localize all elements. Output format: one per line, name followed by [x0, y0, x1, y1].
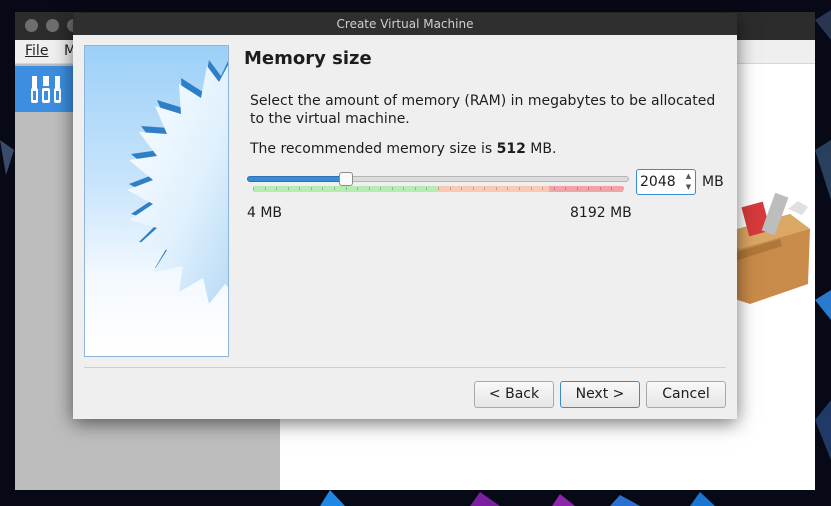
- slider-tick: [577, 187, 578, 190]
- memory-max-label: 8192 MB: [570, 205, 632, 221]
- wizard-star-graphic: [127, 60, 228, 304]
- slider-tick: [311, 187, 312, 190]
- slider-tick: [473, 187, 474, 190]
- slider-tick: [346, 187, 347, 190]
- slider-tick: [623, 187, 624, 190]
- wizard-banner-image: [84, 45, 229, 357]
- description-text: Select the amount of memory (RAM) in meg…: [250, 93, 716, 127]
- slider-tick: [496, 187, 497, 190]
- slider-tick: [542, 187, 543, 190]
- slider-tick: [611, 187, 612, 190]
- slider-tick: [392, 187, 393, 190]
- memory-input[interactable]: [640, 173, 680, 191]
- slider-tick: [276, 187, 277, 190]
- tools-icon: [31, 76, 61, 103]
- create-vm-dialog: Create Virtual Machine Memory size Selec…: [73, 13, 737, 419]
- dialog-title: Create Virtual Machine: [73, 13, 737, 35]
- back-button[interactable]: < Back: [474, 381, 554, 408]
- slider-tick: [334, 187, 335, 190]
- slider-tick: [519, 187, 520, 190]
- spin-down-arrow-icon[interactable]: ▼: [683, 182, 694, 193]
- slider-handle[interactable]: [339, 172, 353, 186]
- spin-up-arrow-icon[interactable]: ▲: [683, 171, 694, 182]
- slider-tick: [380, 187, 381, 190]
- slider-tick: [357, 187, 358, 190]
- recommended-value: 512: [496, 141, 526, 157]
- slider-tick: [588, 187, 589, 190]
- slider-tick: [484, 187, 485, 190]
- menu-file[interactable]: File: [25, 43, 48, 59]
- slider-tick: [288, 187, 289, 190]
- memory-zone-indicator: [253, 186, 624, 192]
- memory-unit-label: MB: [702, 174, 724, 190]
- slider-ticks: [253, 186, 624, 192]
- memory-spinbox[interactable]: ▲ ▼: [636, 169, 696, 195]
- slider-tick: [554, 187, 555, 190]
- slider-tick: [299, 187, 300, 190]
- recommended-prefix: The recommended memory size is: [250, 141, 497, 157]
- window-close-button[interactable]: [25, 19, 38, 32]
- slider-tick: [253, 187, 254, 190]
- slider-tick: [565, 187, 566, 190]
- slider-tick: [265, 187, 266, 190]
- slider-tick: [600, 187, 601, 190]
- slider-tick: [461, 187, 462, 190]
- slider-tick: [450, 187, 451, 190]
- slider-tick: [438, 187, 439, 190]
- slider-tick: [507, 187, 508, 190]
- next-button[interactable]: Next >: [560, 381, 640, 408]
- window-minimize-button[interactable]: [46, 19, 59, 32]
- recommended-suffix: MB.: [525, 141, 557, 157]
- slider-fill: [247, 176, 345, 182]
- memory-min-label: 4 MB: [247, 205, 283, 221]
- slider-tick: [426, 187, 427, 190]
- dialog-separator: [84, 367, 726, 368]
- page-title: Memory size: [244, 48, 372, 69]
- slider-tick: [403, 187, 404, 190]
- slider-tick: [322, 187, 323, 190]
- memory-slider[interactable]: [247, 172, 631, 198]
- cancel-button[interactable]: Cancel: [646, 381, 726, 408]
- recommended-memory-text: The recommended memory size is 512 MB.: [250, 141, 556, 157]
- slider-tick: [415, 187, 416, 190]
- slider-tick: [369, 187, 370, 190]
- slider-tick: [531, 187, 532, 190]
